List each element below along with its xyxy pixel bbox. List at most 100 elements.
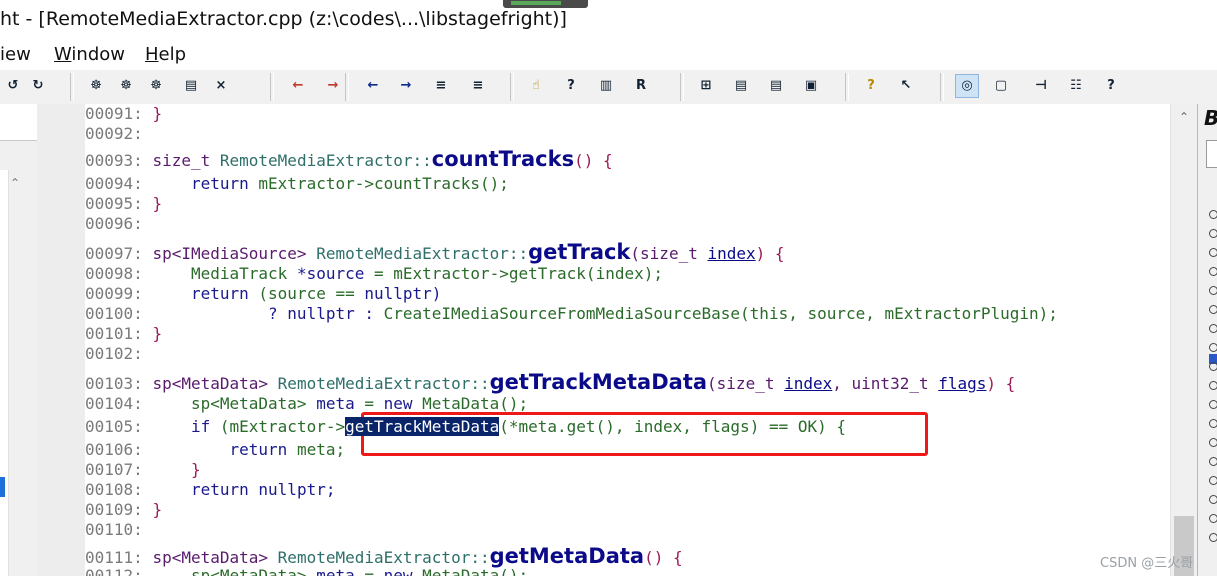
code-line[interactable]: 00107: } xyxy=(85,460,201,480)
tree-node-icon[interactable] xyxy=(1209,419,1217,428)
menu-window[interactable]: Window xyxy=(54,44,125,65)
code-token: = xyxy=(354,566,384,576)
find-prev-icon[interactable]: ☸ xyxy=(115,75,137,97)
tree-node-icon[interactable] xyxy=(1209,229,1217,238)
editor-vertical-scrollbar[interactable]: ⌃ xyxy=(1170,104,1198,576)
tree-node-icon[interactable] xyxy=(1209,324,1217,333)
find-next-icon[interactable]: ☸ xyxy=(145,75,167,97)
thumbnail-bar xyxy=(511,1,561,5)
code-line[interactable]: 00104: sp<MetaData> meta = new MetaData(… xyxy=(85,394,528,414)
left-panel-selection xyxy=(0,477,5,497)
code-line[interactable]: 00091: } xyxy=(85,104,162,124)
menu-help[interactable]: Help xyxy=(145,44,186,65)
find-in-files-icon[interactable]: ▤ xyxy=(180,75,202,97)
tree-node-icon[interactable] xyxy=(1209,514,1217,523)
context-help-icon[interactable]: ? xyxy=(860,75,882,97)
tree-node-icon[interactable] xyxy=(1209,248,1217,257)
tree-node-icon[interactable] xyxy=(1209,210,1217,219)
code-line[interactable]: 00105: if (mExtractor->getTrackMetaData(… xyxy=(85,417,846,437)
code-line[interactable]: 00097: sp<IMediaSource> RemoteMediaExtra… xyxy=(85,240,785,264)
line-number: 00093: xyxy=(85,151,143,170)
lens-icon[interactable]: ◎ xyxy=(955,74,979,98)
layout-1-icon[interactable]: ⊞ xyxy=(695,75,717,97)
left-panel: ⌃ xyxy=(0,104,37,576)
forward-icon[interactable]: → xyxy=(395,75,417,97)
code-token: (size_t xyxy=(707,374,785,393)
code-line[interactable]: 00099: return (source == nullptr) xyxy=(85,284,441,304)
code-line[interactable]: 00095: } xyxy=(85,194,162,214)
code-token: , uint32_t xyxy=(832,374,939,393)
scroll-up-arrow-icon[interactable]: ⌃ xyxy=(10,176,20,190)
code-line[interactable]: 00111: sp<MetaData> RemoteMediaExtractor… xyxy=(85,544,683,568)
book-icon[interactable]: ▥ xyxy=(595,75,617,97)
relation-icon[interactable]: R xyxy=(630,75,652,97)
indent-icon[interactable]: ≡ xyxy=(467,75,489,97)
what-is-this-icon[interactable]: ↖ xyxy=(895,75,917,97)
code-line[interactable]: 00103: sp<MetaData> RemoteMediaExtractor… xyxy=(85,370,1015,394)
tree-node-icon[interactable] xyxy=(1209,286,1217,295)
code-line[interactable]: 00102: xyxy=(85,344,152,364)
bookmark-prev-icon[interactable]: ← xyxy=(287,75,309,97)
code-line[interactable]: 00101: } xyxy=(85,324,162,344)
layout-2-icon[interactable]: ▤ xyxy=(730,75,752,97)
code-token: MetaData(); xyxy=(422,394,529,413)
symbol-info-icon[interactable]: ? xyxy=(560,75,582,97)
undo-icon[interactable]: ↺ xyxy=(2,75,24,97)
tree-icon[interactable]: ⊣ xyxy=(1030,75,1052,97)
code-line[interactable]: 00098: MediaTrack *source = mExtractor->… xyxy=(85,264,663,284)
code-token: sp<MetaData> xyxy=(152,394,317,413)
tree-node-icon[interactable] xyxy=(1209,457,1217,466)
code-token: mExtractor->countTracks(); xyxy=(258,174,509,193)
line-number: 00091: xyxy=(85,104,143,123)
code-token: return xyxy=(152,440,297,459)
tree-node-icon[interactable] xyxy=(1209,495,1217,504)
scroll-up-arrow-icon[interactable]: ⌃ xyxy=(1179,110,1189,124)
tree-node-icon[interactable] xyxy=(1209,267,1217,276)
fit-icon[interactable]: ▢ xyxy=(990,75,1012,97)
code-line[interactable]: 00092: xyxy=(85,124,152,144)
find-icon[interactable]: ☸ xyxy=(85,75,107,97)
code-token: flags xyxy=(938,374,987,393)
hierarchy-icon[interactable]: ☷ xyxy=(1065,75,1087,97)
tree-node-icon[interactable] xyxy=(1209,438,1217,447)
code-line[interactable]: 00108: return nullptr; xyxy=(85,480,335,500)
code-line[interactable]: 00100: ? nullptr : CreateIMediaSourceFro… xyxy=(85,304,1058,324)
help-box-icon[interactable]: ? xyxy=(1100,75,1122,97)
layout-4-icon[interactable]: ▣ xyxy=(800,75,822,97)
code-token: sp<MetaData> xyxy=(152,548,278,567)
toolbar-separator xyxy=(270,73,274,101)
outdent-icon[interactable]: ≡ xyxy=(430,75,452,97)
code-line[interactable]: 00093: size_t RemoteMediaExtractor::coun… xyxy=(85,147,613,171)
code-line[interactable]: 00106: return meta; xyxy=(85,440,345,460)
window-title: ht - [RemoteMediaExtractor.cpp (z:\codes… xyxy=(0,8,567,30)
code-line[interactable]: 00096: xyxy=(85,214,152,234)
tree-node-icon[interactable] xyxy=(1209,381,1217,390)
redo-icon[interactable]: ↻ xyxy=(27,75,49,97)
menu-view[interactable]: iew xyxy=(0,44,31,65)
replace-icon[interactable]: × xyxy=(210,75,232,97)
code-line[interactable]: 00109: } xyxy=(85,500,162,520)
code-line[interactable]: 00110: xyxy=(85,520,152,540)
menu-window-label: indow xyxy=(71,44,125,65)
code-token: (source == xyxy=(258,284,365,303)
tree-node-icon[interactable] xyxy=(1209,362,1217,371)
tree-node-icon[interactable] xyxy=(1209,400,1217,409)
line-number: 00109: xyxy=(85,500,143,519)
right-panel-input[interactable] xyxy=(1206,140,1217,168)
left-panel-scrollbar[interactable] xyxy=(8,170,31,576)
tree-node-icon[interactable] xyxy=(1209,533,1217,542)
tree-node-icon[interactable] xyxy=(1209,305,1217,314)
code-token: sp<IMediaSource> xyxy=(152,244,317,263)
toolbar-separator xyxy=(510,73,514,101)
back-icon[interactable]: ← xyxy=(362,75,384,97)
tree-node-icon[interactable] xyxy=(1209,343,1217,352)
code-line[interactable]: 00112: sp<MetaData> meta = new MetaData(… xyxy=(85,566,528,576)
code-editor[interactable]: 00091: } 00092: 00093: size_t RemoteMedia… xyxy=(37,104,1170,576)
editor-gutter xyxy=(37,104,85,576)
code-line[interactable]: 00094: return mExtractor->countTracks(); xyxy=(85,174,509,194)
layout-3-icon[interactable]: ▤ xyxy=(765,75,787,97)
bookmark-next-icon[interactable]: → xyxy=(322,75,344,97)
left-panel-list[interactable] xyxy=(0,170,8,576)
tree-node-icon[interactable] xyxy=(1209,476,1217,485)
browse-icon[interactable]: ☝ xyxy=(525,75,547,97)
